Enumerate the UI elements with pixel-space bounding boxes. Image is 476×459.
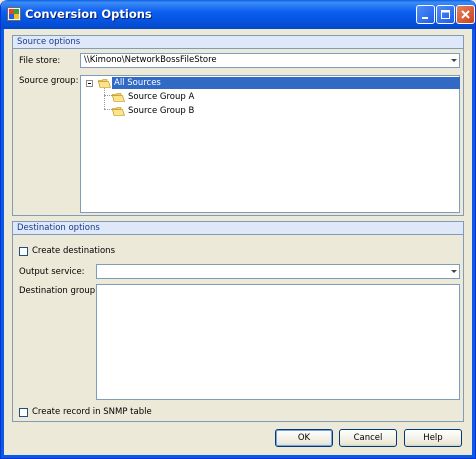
tree-connector [104,95,112,96]
snmp-label[interactable]: Create record in SNMP table [32,407,152,417]
tree-label: All Sources [112,77,460,89]
window-frame-left [1,29,4,458]
snmp-checkbox[interactable] [19,408,28,417]
maximize-icon [441,10,450,19]
file-store-value: \\Kimono\NetworkBossFileStore [84,55,217,65]
folder-icon [112,107,125,116]
create-destinations-checkbox[interactable] [19,247,28,256]
output-service-combo[interactable] [96,264,460,279]
destination-group-label: Destination group: [19,286,99,296]
file-store-combo[interactable]: \\Kimono\NetworkBossFileStore [80,53,460,68]
minimize-button[interactable] [416,5,435,24]
chevron-down-icon[interactable] [451,59,457,62]
tree-label: Source Group B [128,106,195,116]
close-icon [461,10,470,19]
destination-options-header: Destination options [13,222,463,235]
source-options-header: Source options [13,36,463,49]
cancel-button[interactable]: Cancel [339,429,397,447]
ok-button[interactable]: OK [275,429,333,447]
destination-options-group: Destination options Create destinations … [12,221,464,422]
destination-group-list[interactable] [96,284,460,400]
help-button[interactable]: Help [404,429,462,447]
conversion-options-dialog: Conversion Options Source options File s… [0,0,476,459]
minimize-icon [422,17,428,19]
tree-connector [104,109,112,110]
file-store-label: File store: [19,56,61,66]
destination-options-title: Destination options [17,223,100,233]
create-destinations-label[interactable]: Create destinations [32,246,115,256]
window-title: Conversion Options [25,7,152,21]
maximize-button[interactable] [436,5,455,24]
source-options-title: Source options [17,37,81,47]
tree-item-all-sources[interactable]: All Sources [84,77,460,90]
folder-open-icon [98,79,111,88]
chevron-down-icon[interactable] [451,270,457,273]
source-options-group: Source options File store: \\Kimono\Netw… [12,35,464,216]
folder-icon [112,93,125,102]
output-service-label: Output service: [19,267,85,277]
title-bar[interactable]: Conversion Options [1,0,475,29]
window-frame-bottom [1,455,475,458]
source-group-tree[interactable]: All Sources Source Group A Source Group … [80,75,460,213]
source-group-label: Source group: [19,76,79,86]
app-icon [7,7,21,21]
tree-label: Source Group A [128,92,195,102]
collapse-icon[interactable] [86,80,93,87]
window-frame-right [472,29,475,458]
close-button[interactable] [456,5,475,24]
